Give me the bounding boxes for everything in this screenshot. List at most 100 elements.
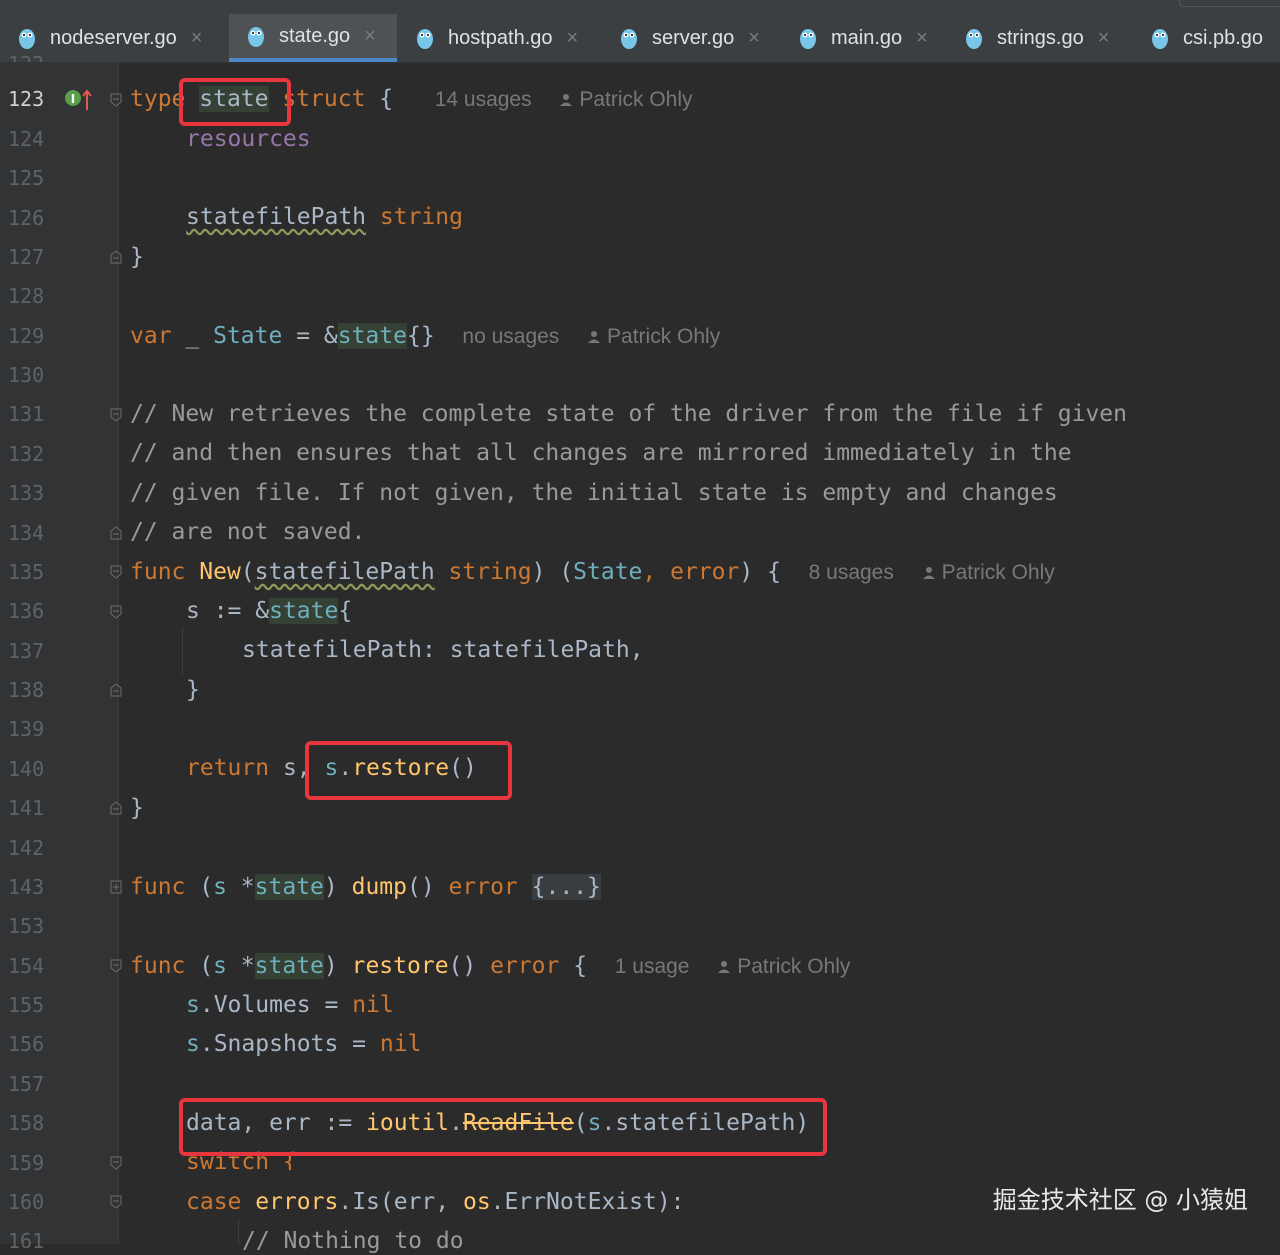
plain: .Volumes =: [199, 992, 353, 1018]
keyword: nil: [379, 1031, 422, 1057]
fold-icon[interactable]: [110, 408, 122, 422]
line-number: 128: [8, 284, 45, 308]
code-line-137: statefilePath: statefilePath,: [242, 637, 644, 663]
author-hint[interactable]: Patrick Ohly: [587, 325, 720, 348]
plain: (): [448, 953, 491, 979]
indent-guide: [238, 1220, 239, 1244]
plain: ): [323, 874, 352, 900]
fold-icon[interactable]: [110, 1195, 122, 1209]
line-number: 137: [8, 639, 45, 663]
identifier-highlight: state: [269, 598, 339, 624]
fold-end-icon[interactable]: [110, 250, 122, 264]
line-number: 126: [8, 206, 45, 230]
keyword: case: [186, 1189, 242, 1215]
line-number: 127: [8, 245, 45, 269]
type-name: State: [573, 559, 643, 585]
fold-end-icon[interactable]: [110, 683, 122, 697]
annotation-box-restore: [305, 741, 512, 800]
line-number: 124: [8, 127, 45, 151]
author-name: Patrick Ohly: [941, 561, 1055, 584]
fold-end-icon[interactable]: [110, 801, 122, 815]
code-line-155: s.Volumes = nil: [186, 991, 394, 1019]
fold-icon[interactable]: [110, 565, 122, 579]
line-number: 130: [8, 363, 45, 387]
receiver: s: [186, 992, 200, 1018]
receiver: s: [213, 953, 227, 979]
usages-hint[interactable]: 14 usages: [435, 88, 532, 111]
code-line-135: func New(statefilePath string) (State, e…: [130, 558, 1055, 587]
line-number: 134: [8, 521, 45, 545]
code-line-141: }: [130, 795, 144, 821]
identifier-highlight: state: [254, 874, 324, 900]
brace: {: [365, 86, 394, 112]
person-icon: [718, 961, 731, 974]
keyword: func: [130, 559, 186, 585]
line-number: 142: [8, 836, 45, 860]
usages-hint[interactable]: no usages: [462, 325, 559, 348]
usages-hint[interactable]: 8 usages: [809, 561, 894, 584]
code-line-134: // are not saved.: [130, 519, 366, 545]
indent-guide: [182, 628, 183, 674]
type-keyword: error: [670, 559, 740, 585]
code-line-133: // given file. If not given, the initial…: [130, 480, 1058, 506]
receiver: s: [213, 874, 227, 900]
line-number: 133: [8, 481, 45, 505]
usages-hint[interactable]: 1 usage: [615, 955, 690, 978]
plain: {: [338, 598, 353, 624]
code-line-143: func (s *state) dump() error {...}: [130, 873, 601, 901]
identifier-highlight: state: [337, 323, 407, 349]
package-name: os: [462, 1189, 491, 1215]
plain: .Snapshots =: [199, 1031, 380, 1057]
fold-icon[interactable]: [110, 93, 122, 107]
line-number: 157: [8, 1072, 45, 1096]
person-icon: [588, 331, 601, 344]
plain: (: [240, 559, 255, 585]
author-hint[interactable]: Patrick Ohly: [717, 955, 850, 978]
folded-code[interactable]: {...}: [531, 874, 601, 900]
plain: _: [171, 323, 214, 349]
line-number: 132: [8, 442, 45, 466]
code-line-138: }: [186, 677, 200, 703]
line-number: 135: [8, 560, 45, 584]
line-number: 123: [8, 87, 45, 111]
type-keyword: error: [448, 874, 518, 900]
receiver: s: [186, 1031, 200, 1057]
fold-icon[interactable]: [110, 1156, 122, 1170]
line-number: 140: [8, 757, 45, 781]
author-hint[interactable]: Patrick Ohly: [922, 561, 1055, 584]
package-name: errors: [255, 1189, 339, 1215]
line-number: 159: [8, 1151, 45, 1175]
keyword: return: [186, 755, 270, 781]
line-number: 161: [8, 1229, 45, 1253]
keyword: func: [130, 953, 186, 979]
plain: = &: [282, 323, 338, 349]
watermark: 掘金技术社区 @ 小猿姐: [992, 1186, 1248, 1214]
line-number: 136: [8, 599, 45, 623]
plain: .Is(err,: [338, 1189, 463, 1215]
line-number: 153: [8, 914, 45, 938]
fold-end-icon[interactable]: [110, 526, 122, 540]
person-icon: [560, 94, 573, 107]
identifier-highlight: state: [254, 953, 324, 979]
svg-text:I: I: [71, 92, 75, 106]
expand-icon[interactable]: [110, 880, 122, 894]
keyword: struct: [282, 86, 366, 112]
author-hint[interactable]: Patrick Ohly: [559, 88, 693, 111]
plain: (: [185, 953, 214, 979]
line-number: 129: [8, 324, 45, 348]
method-name: restore: [351, 953, 449, 979]
code-editor[interactable]: 122 123 124 125 126 127 128 129 130 131 …: [0, 0, 1280, 1254]
plain: ) {: [739, 559, 781, 585]
implements-interface-icon[interactable]: I: [64, 88, 94, 112]
code-line-156: s.Snapshots = nil: [186, 1030, 421, 1058]
code-line-161: // Nothing to do: [242, 1228, 464, 1254]
line-number: 143: [8, 875, 45, 899]
fold-icon[interactable]: [110, 605, 122, 619]
line-number: 155: [8, 993, 45, 1017]
plain: *: [226, 874, 255, 900]
keyword: func: [130, 874, 186, 900]
fold-icon[interactable]: [110, 959, 122, 973]
